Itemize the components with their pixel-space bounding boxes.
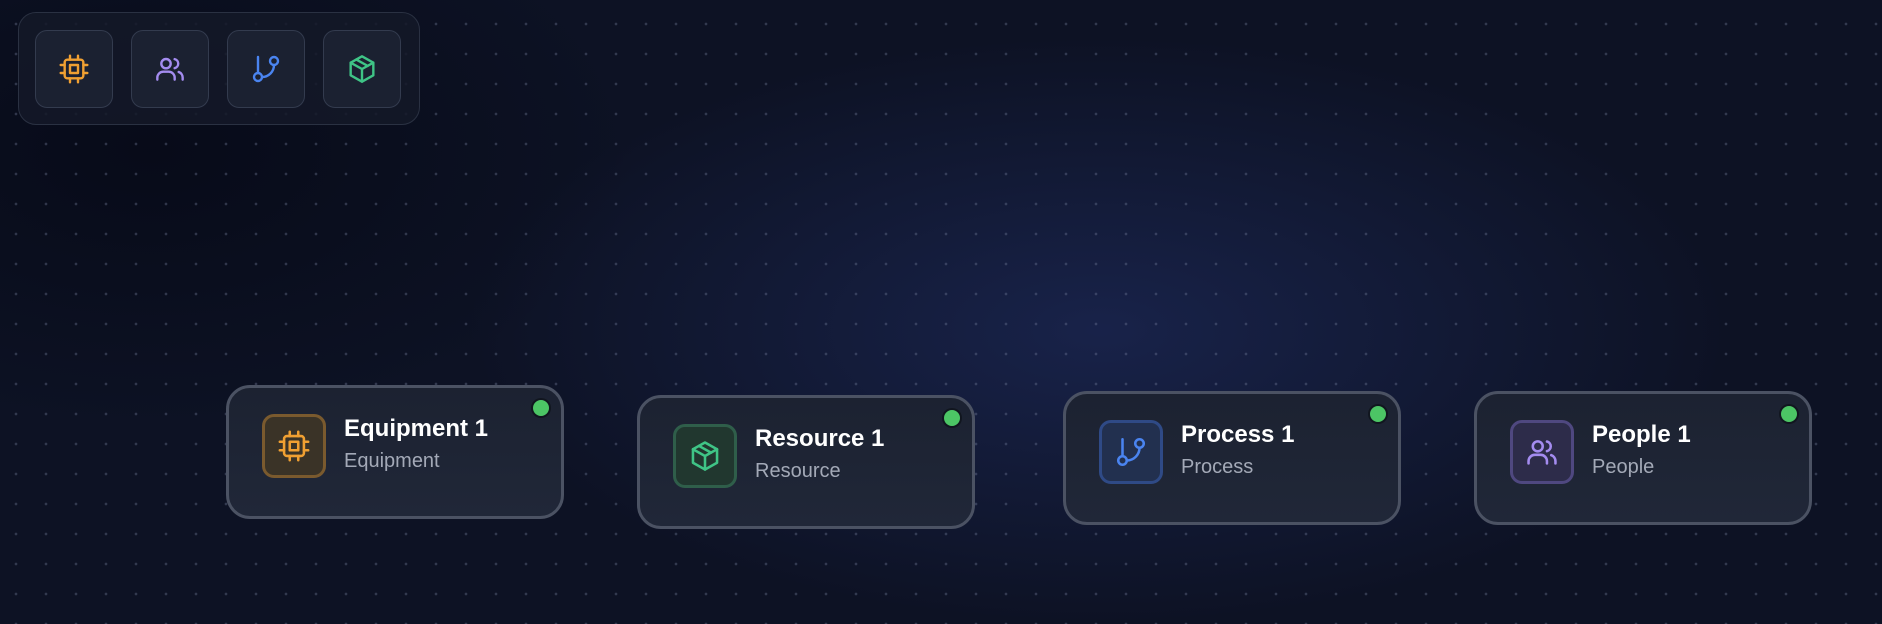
status-indicator xyxy=(533,400,549,416)
add-people-button[interactable] xyxy=(131,30,209,108)
node-icon-box xyxy=(1099,420,1163,484)
status-indicator xyxy=(1370,406,1386,422)
node-people-1[interactable]: People 1 People xyxy=(1474,391,1812,525)
node-title: People 1 xyxy=(1592,421,1691,448)
users-icon xyxy=(156,57,184,81)
node-palette-toolbar xyxy=(18,12,420,125)
node-icon-box xyxy=(673,424,737,488)
package-icon xyxy=(349,55,375,83)
node-type-label: People xyxy=(1592,456,1655,478)
add-process-button[interactable] xyxy=(227,30,305,108)
node-process-1[interactable]: Process 1 Process xyxy=(1063,391,1401,525)
node-resource-1[interactable]: Resource 1 Resource xyxy=(637,395,975,529)
users-icon xyxy=(1527,440,1557,465)
node-icon-box xyxy=(1510,420,1574,484)
node-type-label: Resource xyxy=(755,460,841,482)
status-indicator xyxy=(944,410,960,426)
node-type-label: Process xyxy=(1181,456,1254,478)
node-icon-box xyxy=(262,414,326,478)
status-indicator xyxy=(1781,406,1797,422)
cpu-icon xyxy=(278,430,310,462)
git-branch-icon xyxy=(252,55,280,83)
node-type-label: Equipment xyxy=(344,450,440,472)
node-title: Process 1 xyxy=(1181,421,1295,448)
node-title: Equipment 1 xyxy=(344,415,489,442)
node-title: Resource 1 xyxy=(755,425,885,452)
git-branch-icon xyxy=(1116,437,1146,467)
node-equipment-1[interactable]: Equipment 1 Equipment xyxy=(226,385,564,519)
add-resource-button[interactable] xyxy=(323,30,401,108)
add-equipment-button[interactable] xyxy=(35,30,113,108)
package-icon xyxy=(691,441,719,471)
cpu-icon xyxy=(59,54,89,84)
